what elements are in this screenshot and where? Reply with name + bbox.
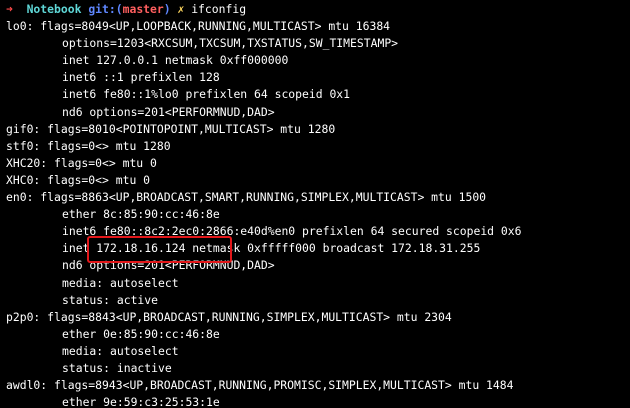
output-line: inet6 ::1 prefixlen 128	[62, 70, 220, 85]
output-line: status: inactive	[62, 360, 172, 375]
terminal-window[interactable]: ➜ Notebook git:(master) ✗ ifconfig lo0: …	[0, 0, 630, 408]
output-line: ether 9e:59:c3:25:53:1e	[62, 395, 220, 408]
output-line: ether 0e:85:90:cc:46:8e	[62, 326, 220, 341]
output-line: nd6 options=201<PERFORMNUD,DAD>	[62, 104, 275, 119]
prompt-git-suffix: )	[163, 2, 171, 16]
output-line: awdl0: flags=8943<UP,BROADCAST,RUNNING,P…	[6, 378, 514, 393]
output-line: XHC0: flags=0<> mtu 0	[6, 172, 151, 187]
output-line: ether 8c:85:90:cc:46:8e	[62, 207, 220, 222]
prompt-git-branch: master	[122, 2, 164, 16]
output-line: inet6 fe80::8c2:2ec0:2866:e40d%en0 prefi…	[62, 224, 522, 239]
prompt-dirty-icon: ✗	[177, 2, 185, 16]
output-line: p2p0: flags=8843<UP,BROADCAST,RUNNING,SI…	[6, 309, 452, 324]
prompt-arrow-icon: ➜	[6, 2, 13, 16]
output-line: inet6 fe80::1%lo0 prefixlen 64 scopeid 0…	[62, 87, 351, 102]
output-line: nd6 options=201<PERFORMNUD,DAD>	[62, 258, 275, 273]
output-line: gif0: flags=8010<POINTOPOINT,MULTICAST> …	[6, 121, 336, 136]
command-output: lo0: flags=8049<UP,LOOPBACK,RUNNING,MULT…	[0, 18, 630, 408]
output-line: inet 127.0.0.1 netmask 0xff000000	[62, 53, 289, 68]
shell-prompt-line: ➜ Notebook git:(master) ✗ ifconfig	[6, 1, 630, 18]
output-line: options=1203<RXCSUM,TXCSUM,TXSTATUS,SW_T…	[62, 36, 399, 51]
output-line: lo0: flags=8049<UP,LOOPBACK,RUNNING,MULT…	[6, 19, 391, 34]
prompt-directory: Notebook	[26, 2, 82, 16]
output-line: status: active	[62, 292, 159, 307]
output-line: stf0: flags=0<> mtu 1280	[6, 138, 171, 153]
prompt-git-prefix: git:(	[88, 2, 123, 16]
output-line: en0: flags=8863<UP,BROADCAST,SMART,RUNNI…	[6, 190, 487, 205]
output-line: media: autoselect	[62, 343, 179, 358]
output-line: media: autoselect	[62, 275, 179, 290]
output-line: inet 172.18.16.124 netmask 0xfffff000 br…	[62, 241, 481, 256]
prompt-command: ifconfig	[191, 2, 247, 16]
output-line: XHC20: flags=0<> mtu 0	[6, 155, 157, 170]
